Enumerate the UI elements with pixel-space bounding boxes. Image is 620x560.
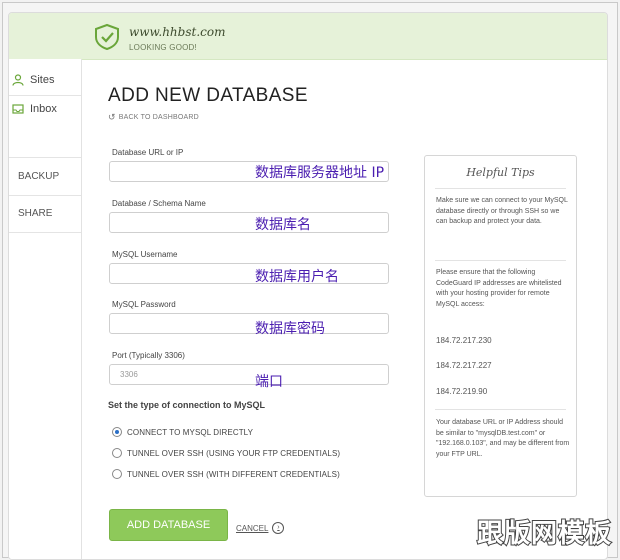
back-link-label: BACK TO DASHBOARD (118, 114, 199, 121)
schema-name-annotation: 数据库名 (255, 217, 311, 233)
mysql-username-label: MySQL Username (112, 250, 178, 259)
tip-paragraph: Your database URL or IP Address should b… (436, 419, 570, 458)
cancel-link[interactable]: CANCEL › (236, 522, 285, 534)
sidebar: Sites Inbox BACKUP SHARE (9, 59, 82, 559)
cancel-label: CANCEL (236, 523, 269, 533)
connection-type-heading: Set the type of connection to MySQL (108, 400, 266, 410)
watermark: 跟版网模板 (476, 518, 612, 550)
sidebar-item-share[interactable]: SHARE (9, 197, 81, 229)
sidebar-item-backup[interactable]: BACKUP (9, 160, 81, 192)
site-name: www.hhbst.com (129, 25, 226, 39)
database-url-label: Database URL or IP (112, 148, 184, 157)
mysql-password-annotation: 数据库密码 (255, 321, 325, 337)
schema-name-label: Database / Schema Name (112, 199, 206, 208)
ip-address: 184.72.217.230 (436, 336, 492, 345)
port-input[interactable]: 3306 (109, 364, 389, 385)
person-icon (12, 74, 24, 86)
radio-selected-icon[interactable] (112, 427, 122, 437)
sidebar-item-label: Sites (30, 74, 55, 86)
mysql-username-annotation: 数据库用户名 (255, 269, 339, 285)
mysql-username-input[interactable] (109, 263, 389, 284)
port-annotation: 端口 (255, 374, 283, 390)
sidebar-item-label: Inbox (30, 103, 57, 115)
connection-option-ssh-ftp[interactable]: TUNNEL OVER SSH (USING YOUR FTP CREDENTI… (112, 448, 340, 458)
back-to-dashboard-link[interactable]: ↺ BACK TO DASHBOARD (108, 112, 199, 123)
port-label: Port (Typically 3306) (112, 351, 185, 360)
back-arrow-icon: ↺ (108, 112, 116, 122)
connection-option-label: CONNECT TO MYSQL DIRECTLY (127, 427, 254, 437)
radio-icon[interactable] (112, 448, 122, 458)
connection-option-label: TUNNEL OVER SSH (WITH DIFFERENT CREDENTI… (127, 469, 340, 479)
tip-paragraph: Please ensure that the following CodeGua… (436, 269, 562, 308)
app-window: www.hhbst.com LOOKING GOOD! Sites Inbox … (8, 12, 608, 560)
site-status: LOOKING GOOD! (129, 43, 197, 52)
sidebar-divider (9, 157, 81, 158)
helpful-tips-panel: Helpful Tips Make sure we can connect to… (424, 155, 577, 497)
sidebar-divider (9, 232, 81, 233)
mysql-password-label: MySQL Password (112, 300, 176, 309)
ip-address: 184.72.219.90 (436, 387, 488, 396)
tips-divider (435, 188, 566, 189)
page-title: ADD NEW DATABASE (108, 85, 308, 106)
inbox-icon (12, 104, 24, 114)
ip-address: 184.72.217.227 (436, 361, 492, 370)
cancel-arrow-icon: › (272, 522, 285, 534)
tips-divider (435, 409, 566, 410)
tip-paragraph: Make sure we can connect to your MySQL d… (436, 197, 568, 225)
mysql-password-input[interactable] (109, 313, 389, 334)
connection-option-direct[interactable]: CONNECT TO MYSQL DIRECTLY (112, 427, 253, 437)
database-url-annotation: 数据库服务器地址 IP (255, 165, 385, 181)
connection-option-ssh-custom[interactable]: TUNNEL OVER SSH (WITH DIFFERENT CREDENTI… (112, 469, 340, 479)
tips-divider (435, 260, 566, 261)
radio-icon[interactable] (112, 469, 122, 479)
sidebar-item-inbox[interactable]: Inbox (9, 96, 81, 122)
sidebar-divider (9, 195, 81, 196)
tips-title: Helpful Tips (466, 166, 535, 179)
shield-check-icon (95, 23, 119, 51)
add-database-button[interactable]: ADD DATABASE (109, 509, 228, 541)
schema-name-input[interactable] (109, 212, 389, 233)
sidebar-item-sites[interactable]: Sites (9, 67, 81, 93)
header-bar: www.hhbst.com LOOKING GOOD! (9, 13, 607, 60)
connection-option-label: TUNNEL OVER SSH (USING YOUR FTP CREDENTI… (127, 448, 341, 458)
